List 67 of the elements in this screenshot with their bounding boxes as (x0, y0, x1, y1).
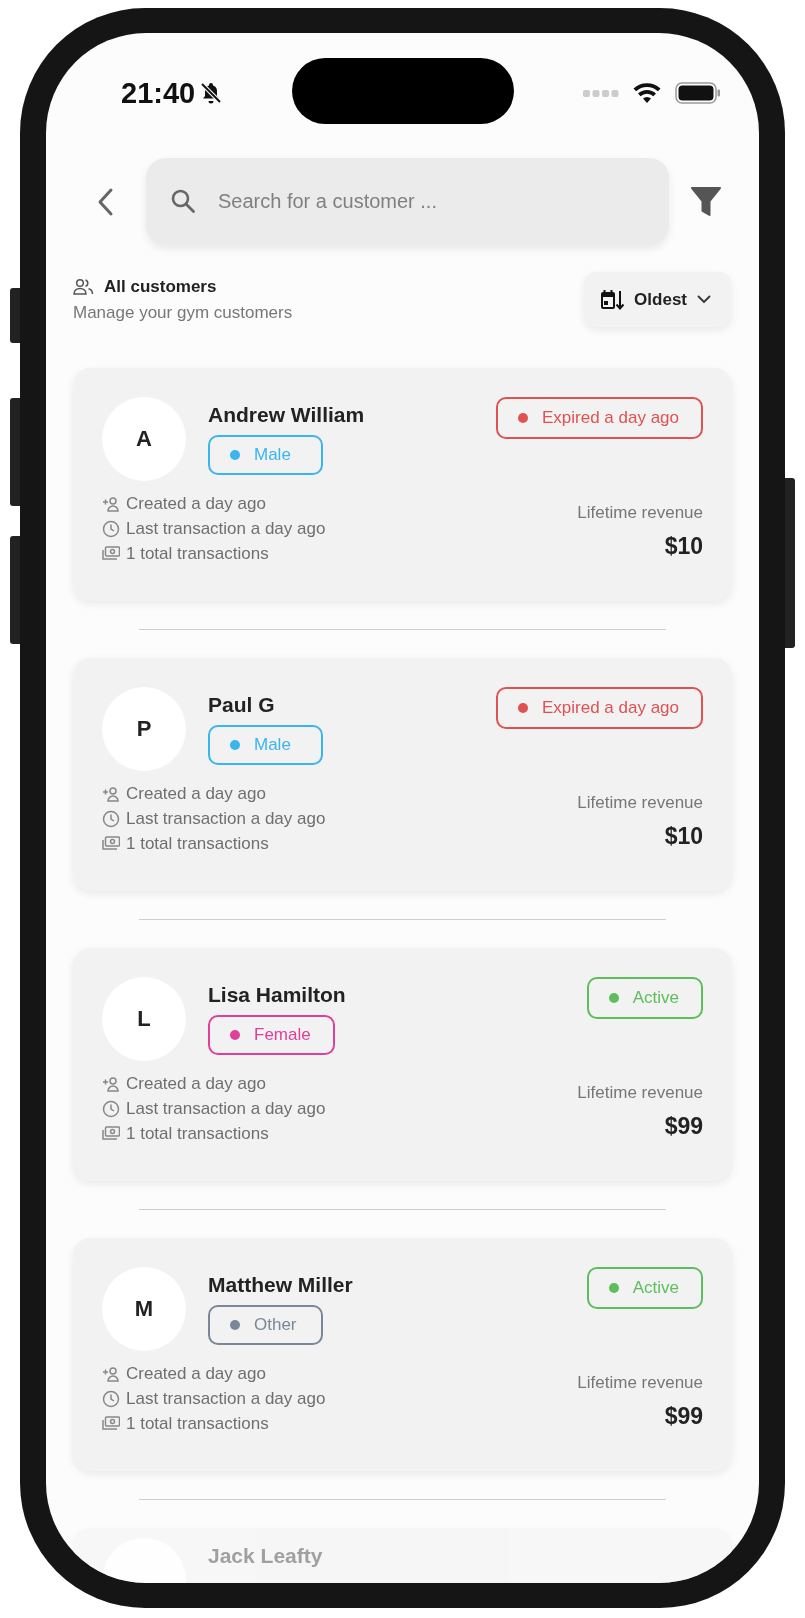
cash-icon (102, 1416, 120, 1431)
gender-badge: Female (208, 1015, 335, 1055)
chevron-down-icon (697, 295, 711, 304)
calendar-sort-icon (600, 288, 625, 311)
customer-name: Matthew Miller (208, 1273, 353, 1297)
transactions-count: 1 total transactions (126, 1123, 269, 1144)
customer-name: Andrew William (208, 403, 365, 427)
revenue-label: Lifetime revenue (577, 1083, 703, 1103)
section-subtitle: Manage your gym customers (73, 302, 293, 323)
section-title: All customers (104, 276, 217, 297)
status-badge: Expired a day ago (495, 397, 703, 439)
status-badge: Active (586, 1267, 703, 1309)
revenue-amount: $99 (664, 1113, 703, 1140)
customer-name: Lisa Hamilton (208, 983, 346, 1007)
customer-name: Paul G (208, 693, 275, 717)
signal-dots-icon (583, 89, 619, 97)
clock-icon (102, 1389, 120, 1408)
last-transaction-text: Last transaction a day ago (126, 808, 326, 829)
clock-icon (102, 809, 120, 828)
transactions-count: 1 total transactions (126, 543, 269, 564)
cash-icon (102, 836, 120, 851)
wifi-icon (633, 83, 661, 103)
last-transaction-text: Last transaction a day ago (126, 1388, 326, 1409)
add-person-icon (102, 495, 120, 512)
revenue-label: Lifetime revenue (577, 1373, 703, 1393)
revenue-amount: $10 (664, 533, 703, 560)
customer-card[interactable]: P Paul G Male Expired a day ago Created a day ago Last transaction a day ago 1 total transactions Lifetime revenue $10 (73, 658, 732, 891)
status-badge: Expired a day ago (495, 687, 703, 729)
add-person-icon (102, 1075, 120, 1092)
clock-icon (102, 1099, 120, 1118)
avatar-initial: P (102, 687, 186, 771)
cash-icon (102, 1126, 120, 1141)
last-transaction-text: Last transaction a day ago (126, 1098, 326, 1119)
search-field[interactable]: Search for a customer ... (146, 158, 669, 245)
transactions-count: 1 total transactions (126, 1413, 269, 1434)
revenue-amount: $10 (664, 823, 703, 850)
avatar-initial: L (102, 977, 186, 1061)
revenue-label: Lifetime revenue (577, 793, 703, 813)
battery-icon (675, 82, 721, 104)
revenue-label: Lifetime revenue (577, 503, 703, 523)
add-person-icon (102, 785, 120, 802)
clock-icon (102, 519, 120, 538)
customer-card[interactable]: A Andrew William Male Expired a day ago Created a day ago Last transaction a day ago 1 total transactions Lifetime revenue $10 (73, 368, 732, 601)
muted-bell-icon (199, 81, 224, 105)
status-badge: Active (586, 977, 703, 1019)
customer-name: Jack Leafty (208, 1544, 323, 1568)
created-text: Created a day ago (126, 1073, 266, 1094)
revenue-amount: $99 (664, 1403, 703, 1430)
gender-badge: Other (208, 1305, 323, 1345)
filter-icon[interactable] (691, 185, 721, 218)
avatar-initial: M (102, 1267, 186, 1351)
customer-card[interactable]: L Lisa Hamilton Female Active Created a day ago Last transaction a day ago 1 total transactions Lifetime revenue $99 (73, 948, 732, 1181)
gender-badge: Male (208, 725, 323, 765)
last-transaction-text: Last transaction a day ago (126, 518, 326, 539)
add-person-icon (102, 1365, 120, 1382)
cash-icon (102, 546, 120, 561)
search-icon (170, 188, 196, 214)
created-text: Created a day ago (126, 1363, 266, 1384)
sort-dropdown[interactable]: Oldest (584, 272, 731, 327)
avatar-initial: A (102, 397, 186, 481)
created-text: Created a day ago (126, 783, 266, 804)
created-text: Created a day ago (126, 493, 266, 514)
customer-card[interactable]: M Matthew Miller Other Active Created a day ago Last transaction a day ago 1 total transactions Lifetime revenue $99 (73, 1238, 732, 1471)
gender-badge: Male (208, 435, 323, 475)
people-icon (73, 278, 94, 295)
status-time: 21:40 (121, 76, 196, 110)
transactions-count: 1 total transactions (126, 833, 269, 854)
